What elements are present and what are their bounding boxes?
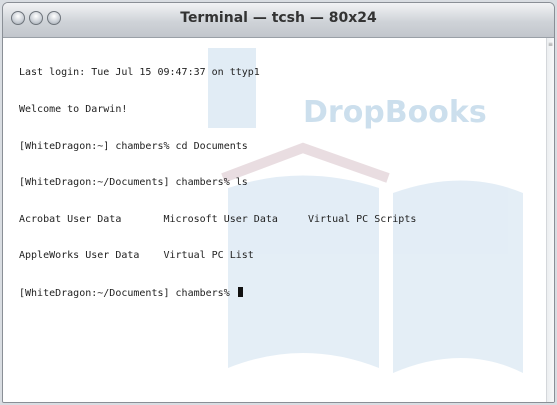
terminal-prompt: [WhiteDragon:~/Documents] chambers% xyxy=(19,287,236,299)
terminal-content[interactable]: DropBooks Last login: Tue Jul 15 09:47:3… xyxy=(3,38,554,402)
terminal-window: Terminal — tcsh — 80x24 DropBooks Last l… xyxy=(2,2,555,403)
terminal-prompt-line: [WhiteDragon:~/Documents] chambers% xyxy=(19,286,534,299)
terminal-line: [WhiteDragon:~/Documents] chambers% ls xyxy=(19,177,248,189)
title-bar[interactable]: Terminal — tcsh — 80x24 xyxy=(3,3,554,38)
terminal-line: [WhiteDragon:~] chambers% cd Documents xyxy=(19,140,248,152)
text-cursor xyxy=(237,286,243,297)
window-title: Terminal — tcsh — 80x24 xyxy=(180,10,377,26)
terminal-line: Welcome to Darwin! xyxy=(19,104,128,115)
scroll-grip-icon: ≡ xyxy=(547,41,554,48)
terminal-output[interactable]: Last login: Tue Jul 15 09:47:37 on ttyp1… xyxy=(19,43,534,398)
vertical-scrollbar[interactable]: ≡ xyxy=(546,38,554,402)
terminal-line: Acrobat User Data Microsoft User Data Vi… xyxy=(19,213,417,225)
terminal-line: AppleWorks User Data Virtual PC List xyxy=(19,250,254,262)
terminal-line: Last login: Tue Jul 15 09:47:37 on ttyp1 xyxy=(19,67,260,79)
